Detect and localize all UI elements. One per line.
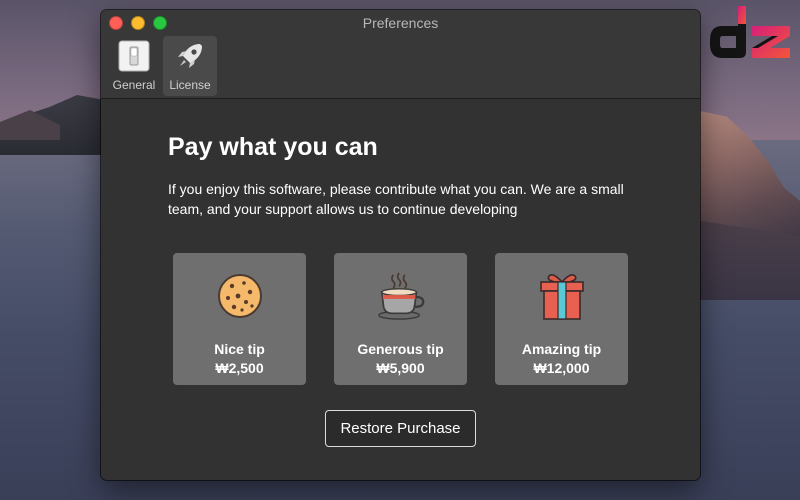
restore-purchase-button[interactable]: Restore Purchase xyxy=(325,410,476,447)
amazing-tip-label: Amazing tip xyxy=(521,341,602,357)
rocket-icon xyxy=(174,40,206,72)
nice-tip-price: ₩2,500 xyxy=(215,360,264,376)
gift-icon xyxy=(537,271,587,321)
tab-general-label: General xyxy=(112,78,156,92)
generous-tip-label: Generous tip xyxy=(357,341,444,357)
nice-tip-button[interactable]: Nice tip ₩2,500 xyxy=(173,253,306,385)
page-description: If you enjoy this software, please contr… xyxy=(168,181,624,217)
nice-tip-label: Nice tip xyxy=(214,341,265,357)
tab-license-label: License xyxy=(169,78,211,92)
tab-license[interactable]: License xyxy=(163,36,217,96)
amazing-tip-button[interactable]: Amazing tip ₩12,000 xyxy=(495,253,628,385)
generous-tip-button[interactable]: Generous tip ₩5,900 xyxy=(334,253,467,385)
desktop-background: Preferences General License Pay what you… xyxy=(0,0,800,500)
tip-options: Nice tip ₩2,500 Generous tip ₩5,900 Amaz… xyxy=(173,253,628,385)
dz-logo xyxy=(710,6,790,58)
window-title: Preferences xyxy=(362,15,439,31)
coffee-cup-icon xyxy=(376,271,426,321)
page-title: Pay what you can xyxy=(168,133,378,161)
generous-tip-price: ₩5,900 xyxy=(376,360,425,376)
switch-icon xyxy=(118,40,150,72)
preferences-window: Preferences General License Pay what you… xyxy=(101,10,700,480)
titlebar: Preferences General License xyxy=(101,10,700,99)
tab-general[interactable]: General xyxy=(107,36,161,96)
cookie-icon xyxy=(215,271,265,321)
preferences-toolbar: General License xyxy=(107,36,217,96)
amazing-tip-price: ₩12,000 xyxy=(533,360,590,376)
